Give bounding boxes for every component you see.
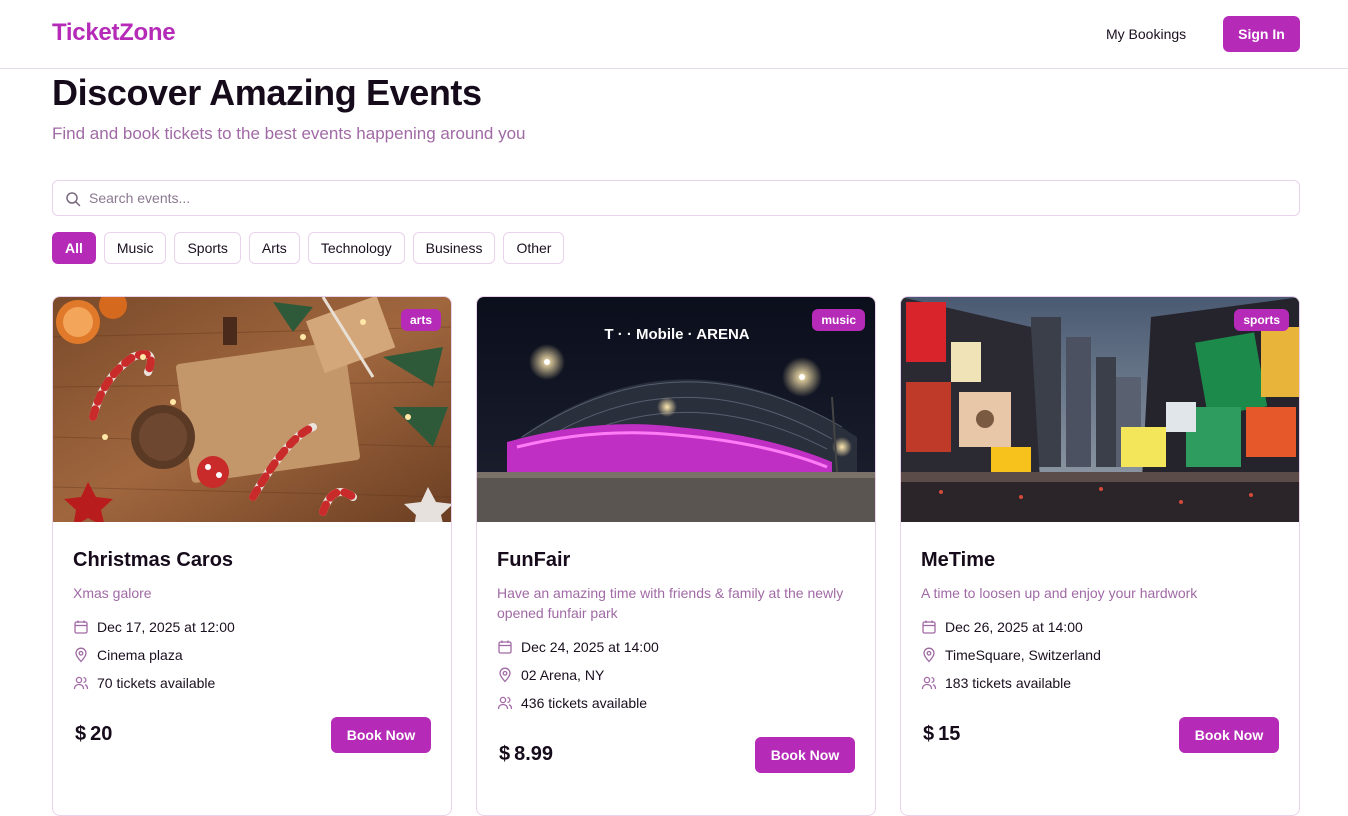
book-now-button[interactable]: Book Now bbox=[1179, 717, 1279, 753]
category-filters: All Music Sports Arts Technology Busines… bbox=[52, 232, 565, 264]
event-location-text: Cinema plaza bbox=[97, 647, 183, 663]
event-title: MeTime bbox=[921, 549, 996, 571]
calendar-icon bbox=[74, 620, 88, 634]
event-tickets-text: 70 tickets available bbox=[97, 675, 216, 691]
event-price: $ 15 bbox=[923, 723, 960, 746]
event-price: $ 8.99 bbox=[499, 743, 553, 766]
event-tickets-text: 436 tickets available bbox=[521, 695, 648, 711]
event-card[interactable]: T · · Mobile · ARENA music FunFair Have … bbox=[476, 296, 876, 816]
page-subtitle: Find and book tickets to the best events… bbox=[52, 124, 526, 143]
event-location: Cinema plaza bbox=[73, 647, 183, 663]
event-tickets: 70 tickets available bbox=[73, 675, 215, 691]
filter-arts[interactable]: Arts bbox=[248, 232, 300, 264]
currency-symbol: $ bbox=[75, 723, 87, 745]
event-title: FunFair bbox=[497, 549, 571, 571]
event-image: sports bbox=[901, 297, 1299, 522]
search-input[interactable] bbox=[89, 182, 1289, 214]
event-date: Dec 17, 2025 at 12:00 bbox=[73, 619, 235, 635]
map-pin-icon bbox=[499, 667, 511, 683]
event-location-text: 02 Arena, NY bbox=[521, 667, 605, 683]
price-value: 15 bbox=[938, 723, 961, 745]
search-box bbox=[52, 180, 1300, 216]
calendar-icon bbox=[498, 640, 512, 654]
price-value: 20 bbox=[90, 723, 113, 745]
event-title: Christmas Caros bbox=[73, 549, 234, 571]
event-location: 02 Arena, NY bbox=[497, 667, 604, 683]
filter-other[interactable]: Other bbox=[503, 232, 565, 264]
users-icon bbox=[497, 696, 513, 710]
event-tickets: 183 tickets available bbox=[921, 675, 1071, 691]
users-icon bbox=[921, 676, 937, 690]
currency-symbol: $ bbox=[499, 743, 511, 765]
event-date-text: Dec 24, 2025 at 14:00 bbox=[521, 639, 659, 655]
event-description: Xmas galore bbox=[73, 585, 152, 601]
calendar-icon bbox=[922, 620, 936, 634]
filter-technology[interactable]: Technology bbox=[307, 232, 405, 264]
brand-logo[interactable]: TicketZone bbox=[52, 19, 176, 47]
filter-music[interactable]: Music bbox=[103, 232, 167, 264]
filter-sports[interactable]: Sports bbox=[174, 232, 241, 264]
page-title: Discover Amazing Events bbox=[52, 72, 482, 113]
event-card[interactable]: arts Christmas Caros Xmas galore Dec 17,… bbox=[52, 296, 452, 816]
filter-business[interactable]: Business bbox=[412, 232, 496, 264]
map-pin-icon bbox=[75, 647, 87, 663]
price-value: 8.99 bbox=[514, 743, 554, 765]
my-bookings-link[interactable]: My Bookings bbox=[1106, 26, 1186, 42]
event-date: Dec 24, 2025 at 14:00 bbox=[497, 639, 659, 655]
category-badge: music bbox=[812, 309, 865, 331]
event-image: T · · Mobile · ARENA music bbox=[477, 297, 875, 522]
event-description: Have an amazing time with friends & fami… bbox=[497, 585, 844, 621]
users-icon bbox=[73, 676, 89, 690]
event-card[interactable]: sports MeTime A time to loosen up and en… bbox=[900, 296, 1300, 816]
map-pin-icon bbox=[923, 647, 935, 663]
search-icon bbox=[66, 192, 81, 207]
filter-all[interactable]: All bbox=[52, 232, 96, 264]
event-date-text: Dec 26, 2025 at 14:00 bbox=[945, 619, 1083, 635]
sign-in-button[interactable]: Sign In bbox=[1223, 16, 1300, 52]
currency-symbol: $ bbox=[923, 723, 935, 745]
event-image: arts bbox=[53, 297, 451, 522]
arena-sign-text: T · · Mobile · ARENA bbox=[604, 326, 749, 343]
top-navbar: TicketZone My Bookings Sign In bbox=[0, 0, 1348, 69]
event-date: Dec 26, 2025 at 14:00 bbox=[921, 619, 1083, 635]
event-price: $ 20 bbox=[75, 723, 112, 746]
book-now-button[interactable]: Book Now bbox=[331, 717, 431, 753]
event-tickets: 436 tickets available bbox=[497, 695, 647, 711]
event-tickets-text: 183 tickets available bbox=[945, 675, 1072, 691]
event-description: A time to loosen up and enjoy your hardw… bbox=[921, 585, 1198, 601]
event-location-text: TimeSquare, Switzerland bbox=[945, 647, 1101, 663]
category-badge: arts bbox=[400, 309, 441, 331]
event-location: TimeSquare, Switzerland bbox=[921, 647, 1101, 663]
event-date-text: Dec 17, 2025 at 12:00 bbox=[97, 619, 235, 635]
category-badge: sports bbox=[1234, 309, 1289, 331]
